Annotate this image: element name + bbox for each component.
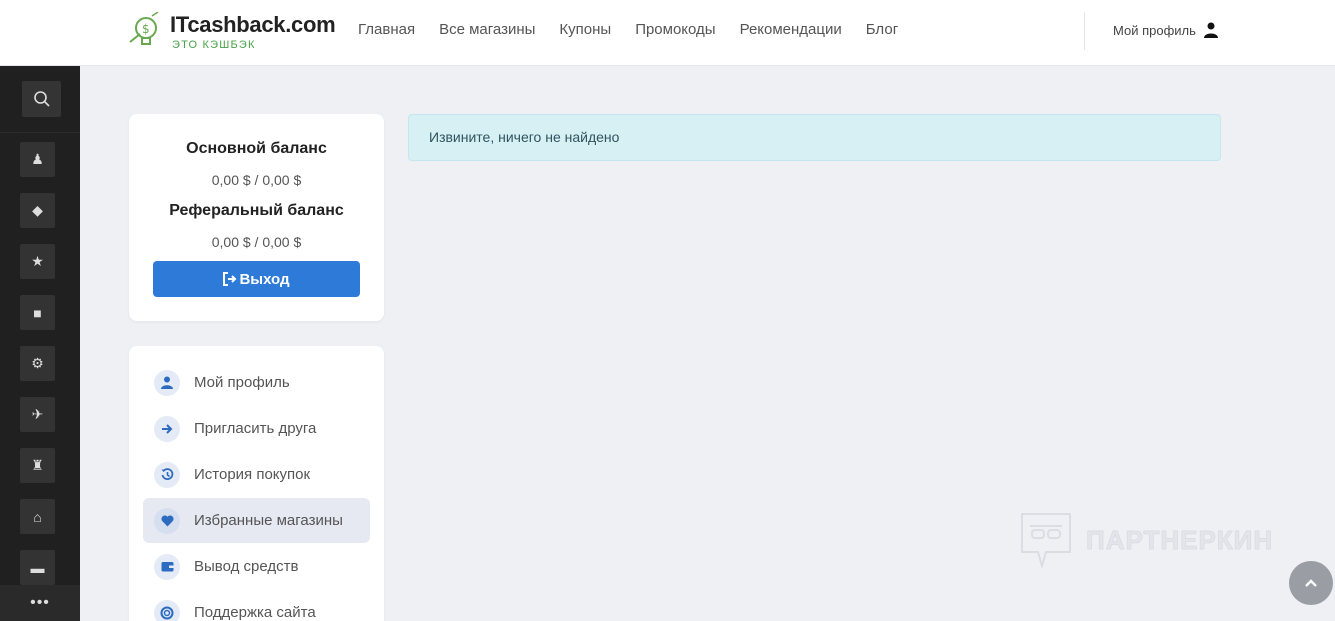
logo-subtitle: ЭТО КЭШБЭК [172,39,256,51]
search-icon [33,91,50,107]
main-balance-title: Основной баланс [186,140,327,157]
main-balance-value: 0,00 $ / 0,00 $ [211,172,302,188]
figure-icon: ♜ [31,457,44,473]
header-divider [1084,12,1085,50]
category-sidebar: ♟ ◆ ★ ■ ⚙ ✈ ♜ ⌂ ▬ ••• [0,66,80,621]
menu-item-label: Избранные магазины [194,512,343,529]
sidebar-category-home[interactable]: ⌂ [20,499,55,534]
site-logo[interactable]: $ ITcashback.com ЭТО КЭШБЭК [128,10,338,54]
nav-promo-codes[interactable]: Промокоды [635,21,715,38]
sidebar-search-button[interactable] [22,81,61,117]
scroll-to-top-button[interactable] [1289,561,1333,605]
menu-item-my-profile[interactable]: Мой профиль [143,360,370,405]
heart-icon [154,507,180,534]
ellipsis-icon: ••• [30,594,50,611]
menu-item-label: Вывод средств [194,558,299,575]
account-menu: Мой профиль Пригласить друга История пок… [129,346,384,621]
profile-link[interactable]: Мой профиль [1113,22,1218,38]
user-icon [1203,22,1218,38]
sidebar-category-services[interactable]: ⚙ [20,346,55,381]
nav-all-stores[interactable]: Все магазины [439,21,535,38]
logo-text: ITcashback.com [170,12,336,37]
wallet-icon [154,553,180,580]
sidebar-category-clothing[interactable]: ♜ [20,448,55,483]
sidebar-category-jewelry[interactable]: ◆ [20,193,55,228]
nav-home[interactable]: Главная [358,21,415,38]
support-icon [154,599,180,621]
svg-text:$: $ [142,22,150,36]
diamond-icon: ◆ [32,202,43,218]
menu-item-label: Мой профиль [194,374,290,391]
balance-card: Основной баланс 0,00 $ / 0,00 $ Рефераль… [129,114,384,321]
nav-coupons[interactable]: Купоны [559,21,611,38]
history-icon [154,461,180,488]
main-nav: Главная Все магазины Купоны Промокоды Ре… [358,21,898,38]
top-header: $ ITcashback.com ЭТО КЭШБЭК Главная Все … [0,0,1335,66]
nav-blog[interactable]: Блог [866,21,898,38]
logout-label: Выход [239,270,290,288]
menu-item-label: История покупок [194,466,311,483]
lightbulb-logo-icon: $ [129,12,159,45]
person-icon: ♟ [31,151,44,167]
menu-item-purchase-history[interactable]: История покупок [143,452,370,497]
plane-icon: ✈ [31,406,44,422]
chevron-up-icon [1305,579,1317,587]
sidebar-more-button[interactable]: ••• [0,585,80,621]
sidebar-category-person[interactable]: ♟ [20,142,55,177]
user-icon [154,369,180,396]
sidebar-category-photo[interactable]: ■ [20,295,55,330]
menu-item-invite-friend[interactable]: Пригласить друга [143,406,370,451]
camera-icon: ■ [33,304,42,321]
star-icon: ★ [31,253,44,269]
menu-item-label: Пригласить друга [194,420,317,437]
menu-item-favorite-stores[interactable]: Избранные магазины [143,498,370,543]
profile-link-label: Мой профиль [1113,22,1196,38]
sidebar-category-auto[interactable]: ▬ [20,550,55,585]
menu-item-support[interactable]: Поддержка сайта [143,590,370,621]
sidebar-category-favorites[interactable]: ★ [20,244,55,279]
car-icon: ▬ [30,559,45,576]
referral-balance-value: 0,00 $ / 0,00 $ [211,234,302,250]
no-results-alert: Извините, ничего не найдено [408,114,1221,161]
sidebar-category-travel[interactable]: ✈ [20,397,55,432]
sidebar-divider [0,132,80,133]
arrow-right-icon [154,415,180,442]
watermark: ПАРТНЕРКИН [1020,512,1273,568]
partnerkin-logo-icon [1021,513,1071,568]
watermark-text: ПАРТНЕРКИН [1085,524,1274,555]
logout-button[interactable]: Выход [153,261,360,297]
home-icon: ⌂ [33,508,42,525]
menu-item-withdraw[interactable]: Вывод средств [143,544,370,589]
nav-recommendations[interactable]: Рекомендации [740,21,842,38]
referral-balance-title: Реферальный баланс [169,202,344,219]
gears-icon: ⚙ [31,355,44,371]
menu-item-label: Поддержка сайта [194,604,316,621]
sign-out-icon [223,272,237,286]
